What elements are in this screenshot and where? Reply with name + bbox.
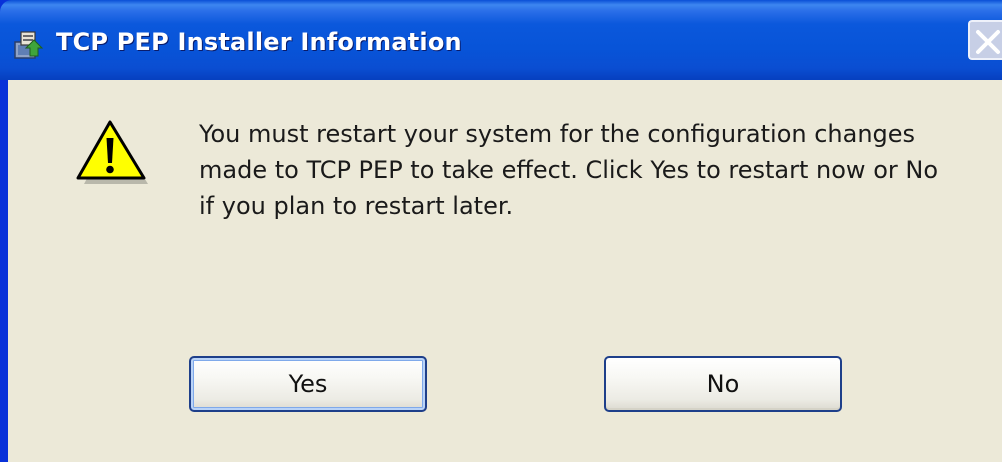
close-button[interactable]: [968, 20, 1002, 60]
window-frame-left: [0, 80, 8, 462]
dialog-message: You must restart your system for the con…: [199, 120, 939, 220]
close-icon: [976, 30, 1000, 54]
window-title: TCP PEP Installer Information: [56, 28, 462, 56]
title-bar[interactable]: TCP PEP Installer Information: [0, 0, 1002, 80]
warning-icon: [74, 118, 154, 188]
dialog-window: TCP PEP Installer Information You must r…: [0, 0, 1002, 462]
installer-icon: [12, 28, 44, 60]
yes-button[interactable]: Yes: [189, 356, 427, 412]
no-button[interactable]: No: [604, 356, 842, 412]
dialog-body: You must restart your system for the con…: [8, 80, 1002, 462]
